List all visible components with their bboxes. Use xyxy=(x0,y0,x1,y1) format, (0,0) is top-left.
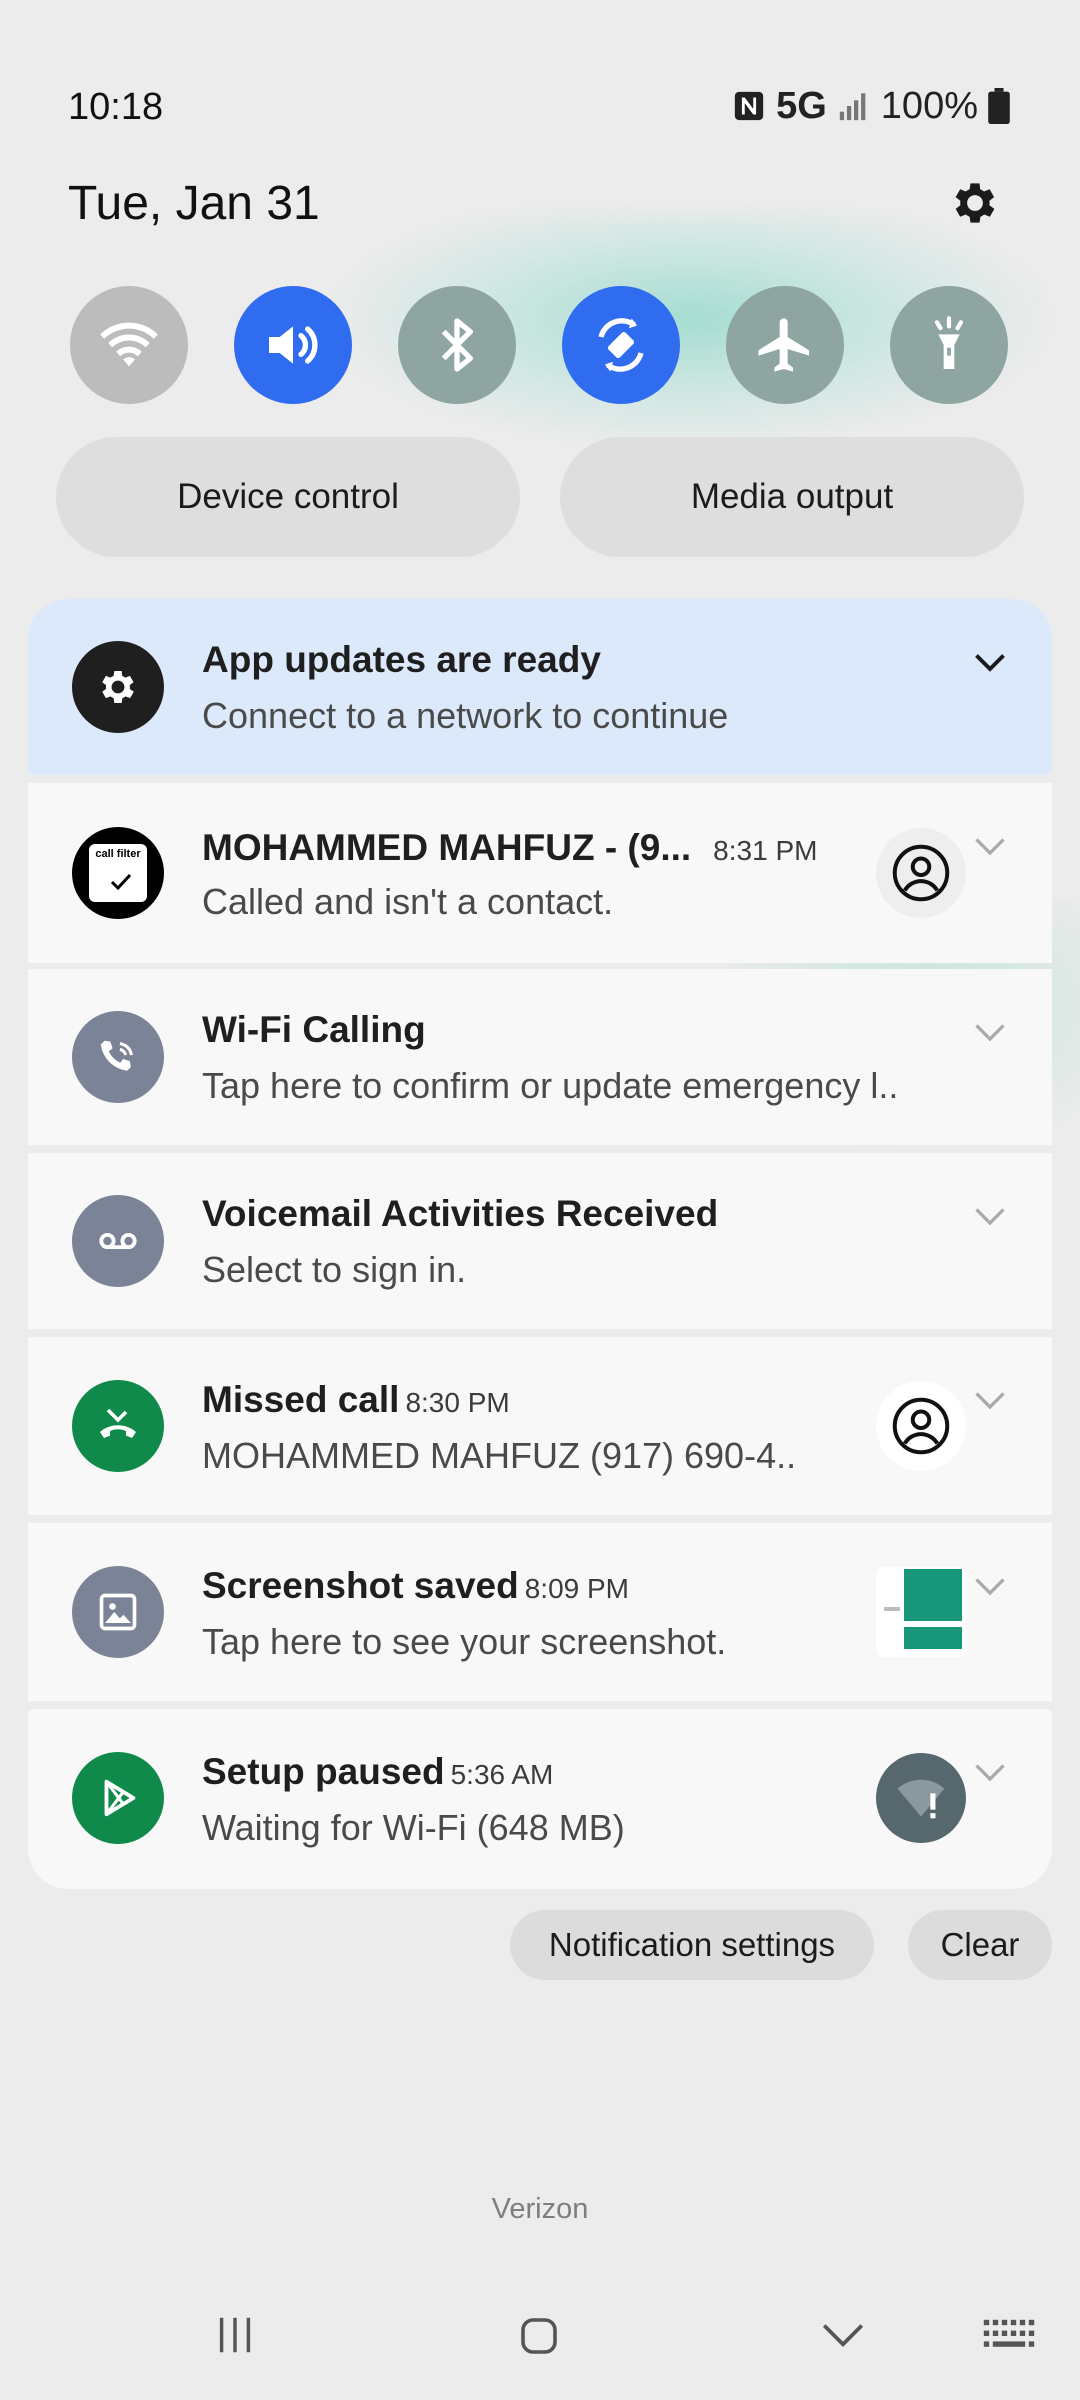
battery-icon xyxy=(988,88,1010,124)
notification-screenshot[interactable]: Screenshot saved 8:09 PM Tap here to see … xyxy=(28,1523,1052,1701)
sound-toggle[interactable] xyxy=(234,286,352,404)
notification-title: Screenshot saved 8:09 PM xyxy=(202,1565,629,1607)
image-icon xyxy=(72,1566,164,1658)
notification-body: Connect to a network to continue xyxy=(202,695,729,736)
person-icon xyxy=(892,1397,950,1455)
chevron-down-icon[interactable] xyxy=(972,1021,1008,1045)
missed-call-icon xyxy=(72,1380,164,1472)
status-icons: 5G 100% xyxy=(732,84,1010,128)
contact-avatar[interactable] xyxy=(876,828,966,918)
bluetooth-toggle[interactable] xyxy=(398,286,516,404)
contact-avatar[interactable] xyxy=(876,1381,966,1471)
notification-title-text: Screenshot saved xyxy=(202,1565,519,1606)
notification-title-text: Missed call xyxy=(202,1379,400,1420)
chevron-down-icon[interactable] xyxy=(972,1205,1008,1229)
notification-body: MOHAMMED MAHFUZ (917) 690-4.. xyxy=(202,1435,797,1476)
notification-time: 5:36 AM xyxy=(450,1759,554,1790)
chevron-down-icon[interactable] xyxy=(972,835,1008,859)
carrier-label: Verizon xyxy=(491,2193,589,2225)
notification-time: 8:30 PM xyxy=(405,1387,510,1418)
signal-icon xyxy=(839,93,866,121)
chevron-down-icon[interactable] xyxy=(972,651,1008,675)
airplane-toggle[interactable] xyxy=(726,286,844,404)
media-output-button[interactable]: Media output xyxy=(560,437,1024,557)
rotate-icon xyxy=(598,318,644,372)
notification-time: 8:09 PM xyxy=(524,1573,629,1604)
notification-body: Waiting for Wi-Fi (648 MB) xyxy=(202,1807,625,1848)
chevron-down-icon[interactable] xyxy=(818,2316,868,2356)
notification-title: App updates are ready xyxy=(202,639,601,680)
screenshot-thumbnail[interactable] xyxy=(876,1567,966,1657)
play-store-icon xyxy=(72,1752,164,1844)
notification-time: 8:31 PM xyxy=(713,835,818,866)
notification-settings-button[interactable]: Notification settings xyxy=(510,1910,874,1980)
nfc-icon xyxy=(734,91,764,121)
notification-setup-paused[interactable]: Setup paused 5:36 AM Waiting for Wi-Fi (6… xyxy=(28,1709,1052,1889)
notification-title-text: MOHAMMED MAHFUZ - (9... xyxy=(202,827,692,868)
recents-icon[interactable] xyxy=(212,2312,258,2358)
chevron-down-icon[interactable] xyxy=(972,1389,1008,1413)
notification-voicemail[interactable]: Voicemail Activities Received Select to … xyxy=(28,1153,1052,1329)
notification-app-updates[interactable]: App updates are ready Connect to a netwo… xyxy=(28,599,1052,775)
date-label: Tue, Jan 31 xyxy=(68,177,320,230)
notification-title: Voicemail Activities Received xyxy=(202,1193,719,1234)
bluetooth-icon xyxy=(441,318,473,372)
call-filter-icon-label: call filter xyxy=(95,848,141,860)
wifi-alert-icon xyxy=(876,1753,966,1843)
notification-body: Tap here to see your screenshot. xyxy=(202,1621,727,1662)
wifi-icon xyxy=(100,322,158,367)
notification-title: Missed call 8:30 PM xyxy=(202,1379,510,1421)
battery-percent: 100% xyxy=(880,84,978,127)
voicemail-icon xyxy=(72,1195,164,1287)
notification-body: Select to sign in. xyxy=(202,1249,467,1290)
volume-icon xyxy=(269,326,318,364)
call-filter-icon: call filter xyxy=(72,827,164,919)
wifi-calling-icon xyxy=(72,1011,164,1103)
device-control-button[interactable]: Device control xyxy=(56,437,520,557)
gear-icon xyxy=(72,641,164,733)
notification-body: Called and isn't a contact. xyxy=(202,881,614,922)
status-time: 10:18 xyxy=(68,86,164,128)
network-type: 5G xyxy=(776,84,827,127)
notification-call-filter[interactable]: call filter MOHAMMED MAHFUZ - (9... 8:31 … xyxy=(28,783,1052,963)
keyboard-icon[interactable] xyxy=(982,2314,1036,2358)
clear-button[interactable]: Clear xyxy=(908,1910,1052,1980)
flashlight-toggle[interactable] xyxy=(890,286,1008,404)
auto-rotate-toggle[interactable] xyxy=(562,286,680,404)
chevron-down-icon[interactable] xyxy=(972,1761,1008,1785)
notification-missed-call[interactable]: Missed call 8:30 PM MOHAMMED MAHFUZ (917)… xyxy=(28,1337,1052,1515)
notification-wifi-calling[interactable]: Wi-Fi Calling Tap here to confirm or upd… xyxy=(28,969,1052,1145)
notification-title: MOHAMMED MAHFUZ - (9... 8:31 PM xyxy=(202,827,817,869)
gear-icon[interactable] xyxy=(948,176,1002,230)
notification-title-text: Setup paused xyxy=(202,1751,445,1792)
notification-title: Wi-Fi Calling xyxy=(202,1009,426,1050)
navigation-bar xyxy=(0,2300,1080,2380)
home-icon[interactable] xyxy=(515,2312,563,2360)
person-icon xyxy=(892,844,950,902)
flashlight-icon xyxy=(934,316,964,369)
wifi-toggle[interactable] xyxy=(70,286,188,404)
chevron-down-icon[interactable] xyxy=(972,1575,1008,1599)
notification-title: Setup paused 5:36 AM xyxy=(202,1751,553,1793)
notification-body: Tap here to confirm or update emergency … xyxy=(202,1065,899,1106)
airplane-icon xyxy=(758,318,809,372)
